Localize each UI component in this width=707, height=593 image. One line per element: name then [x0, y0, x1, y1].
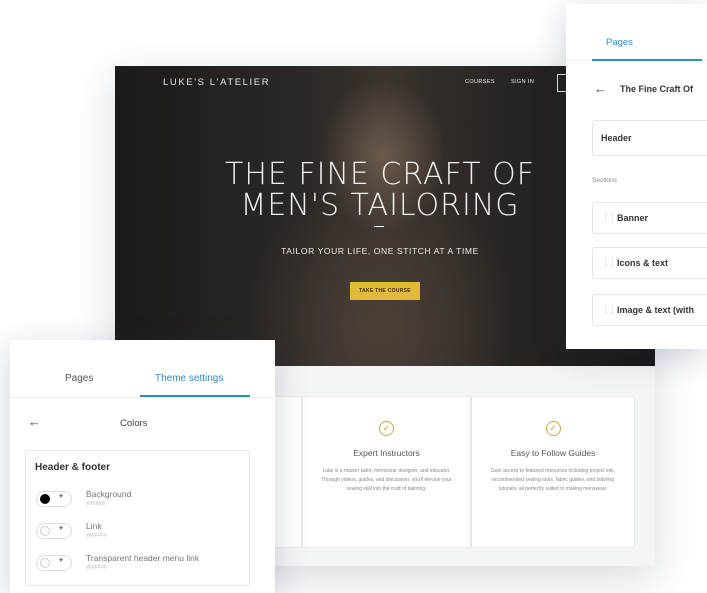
- drag-handle-icon[interactable]: ⋮⋮: [601, 212, 617, 223]
- sections-label: Sections: [592, 177, 617, 184]
- hero-divider: [374, 226, 384, 227]
- site-brand[interactable]: LUKE'S L'ATELIER: [163, 77, 270, 88]
- tab-divider: [10, 397, 275, 398]
- active-tab-indicator: [592, 59, 702, 61]
- option-name: Transparent header menu link: [86, 553, 200, 563]
- drag-handle-icon[interactable]: ⋮⋮: [601, 257, 617, 268]
- feature-card: ✓ Expert Instructors Luke is a master ta…: [302, 396, 471, 548]
- color-swatch: [40, 526, 50, 536]
- section-item-icons-text[interactable]: ⋮⋮ Icons & text: [592, 247, 707, 279]
- chevron-down-icon: ▼: [58, 558, 64, 564]
- feature-desc: Luke is a master tailor, menswear design…: [321, 468, 452, 492]
- option-name: Link: [86, 521, 102, 531]
- hero-headline: THE FINE CRAFT OF MEN'S TAILORING: [215, 159, 545, 221]
- hero-headline-line1: THE FINE CRAFT OF: [225, 157, 535, 192]
- theme-settings-panel: Pages Theme settings ← Colors Header & f…: [10, 340, 275, 593]
- header-footer-card: Header & footer ▼ Background #000000 ▼ L…: [25, 450, 250, 586]
- section-item-label: Image & text (with: [617, 305, 695, 315]
- tab-pages[interactable]: [592, 4, 702, 60]
- arrow-left-icon[interactable]: ←: [594, 81, 607, 96]
- page-title: The Fine Craft Of: [620, 84, 694, 94]
- option-hex: #FFFFFF: [86, 533, 108, 539]
- check-circle-icon: ✓: [379, 421, 394, 436]
- section-item-label: Banner: [617, 213, 649, 223]
- arrow-left-icon[interactable]: ←: [28, 414, 41, 429]
- check-circle-icon: ✓: [545, 421, 561, 436]
- option-hex: #FFFFFF: [86, 565, 108, 571]
- nav-sign-in[interactable]: SIGN IN: [511, 79, 534, 85]
- color-picker-background[interactable]: ▼: [36, 491, 72, 507]
- feature-title: Easy to Follow Guides: [510, 448, 596, 458]
- color-picker-link[interactable]: ▼: [36, 523, 72, 539]
- color-picker-transparent-link[interactable]: ▼: [36, 555, 72, 571]
- chevron-down-icon: ▼: [58, 526, 64, 532]
- tab-pages-label: Pages: [606, 37, 633, 48]
- tab-pages[interactable]: Pages: [65, 373, 93, 384]
- option-name: Background: [86, 489, 132, 499]
- feature-desc: Gain access to featured resources includ…: [491, 468, 615, 492]
- section-item-banner[interactable]: ⋮⋮ Banner: [592, 202, 707, 234]
- pages-panel: Pages ← The Fine Craft Of Header Section…: [566, 4, 707, 349]
- color-swatch: [40, 558, 50, 568]
- color-swatch: [40, 494, 50, 504]
- header-section-item[interactable]: Header: [592, 120, 707, 156]
- chevron-down-icon: ▼: [58, 494, 64, 500]
- group-title: Header & footer: [35, 462, 111, 473]
- take-course-button[interactable]: TAKE THE COURSE: [350, 282, 420, 300]
- section-item-label: Icons & text: [617, 258, 669, 268]
- feature-title: Expert Instructors: [353, 448, 420, 458]
- hero-tagline: TAILOR YOUR LIFE, ONE STITCH AT A TIME: [281, 246, 479, 256]
- drag-handle-icon[interactable]: ⋮⋮: [601, 304, 617, 315]
- site-nav: COURSES SIGN IN: [465, 79, 548, 85]
- header-section-label: Header: [601, 133, 632, 143]
- feature-card: ✓ Easy to Follow Guides Gain access to f…: [471, 396, 635, 548]
- nav-courses[interactable]: COURSES: [465, 79, 495, 85]
- hero-headline-line2: MEN'S TAILORING: [240, 188, 520, 223]
- option-hex: #000000: [86, 501, 106, 507]
- pages-panel-tabs: Pages: [566, 4, 707, 61]
- colors-title: Colors: [120, 418, 148, 429]
- section-item-image-text[interactable]: ⋮⋮ Image & text (with: [592, 294, 707, 326]
- tab-theme-settings[interactable]: Theme settings: [155, 373, 223, 384]
